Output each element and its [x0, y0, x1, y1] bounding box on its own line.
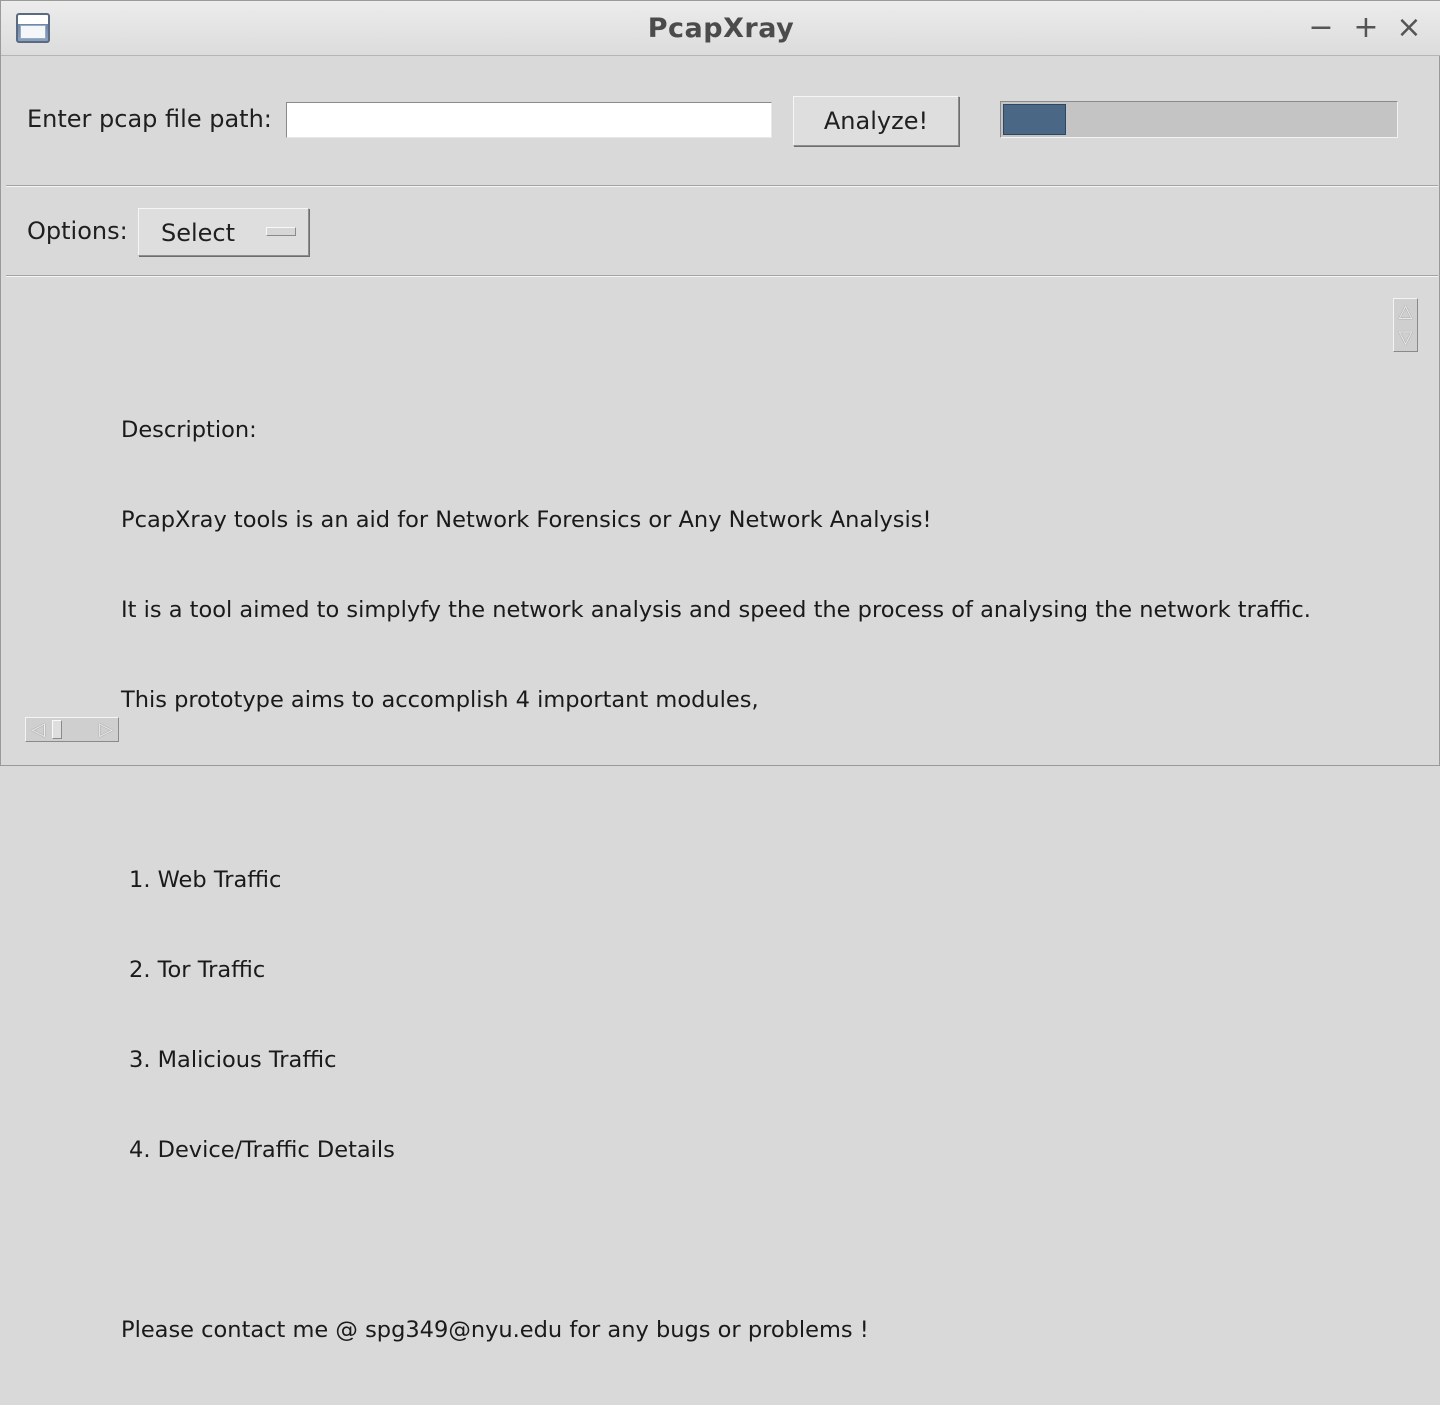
module-item-malicious-traffic: 3. Malicious Traffic: [129, 1047, 337, 1073]
maximize-icon[interactable]: +: [1349, 11, 1383, 45]
module-item-web-traffic: 1. Web Traffic: [129, 867, 282, 893]
window-title: PcapXray: [647, 13, 795, 44]
option-menu-indicator-icon: [266, 227, 296, 236]
description-line-2: It is a tool aimed to simplyfy the netwo…: [121, 597, 1311, 623]
contact-line: Please contact me @ spg349@nyu.edu for a…: [121, 1317, 869, 1343]
app-window: PcapXray − + × Enter pcap file path: Ana…: [0, 0, 1440, 1343]
pcap-path-input[interactable]: [286, 102, 772, 138]
horizontal-scroll-thumb[interactable]: [52, 720, 62, 739]
analysis-progress-bar: [1000, 101, 1398, 138]
close-icon[interactable]: ×: [1392, 11, 1426, 45]
description-line-1: PcapXray tools is an aid for Network For…: [121, 507, 932, 533]
progress-bar-fill: [1003, 104, 1066, 135]
scroll-up-icon[interactable]: △: [1394, 299, 1417, 324]
pcap-path-label: Enter pcap file path:: [27, 105, 272, 133]
description-heading: Description:: [121, 417, 257, 443]
module-item-device-details: 4. Device/Traffic Details: [129, 1137, 395, 1163]
vertical-scrollbar[interactable]: △ ▽: [1393, 298, 1418, 352]
scroll-down-icon[interactable]: ▽: [1394, 325, 1417, 350]
separator-bottom: [6, 275, 1438, 277]
description-text-area: Description: PcapXray tools is an aid fo…: [121, 355, 1401, 1405]
options-select-menu[interactable]: Select: [138, 208, 309, 256]
analyze-button[interactable]: Analyze!: [793, 96, 959, 146]
description-line-3: This prototype aims to accomplish 4 impo…: [121, 687, 759, 713]
module-item-tor-traffic: 2. Tor Traffic: [129, 957, 266, 983]
options-label: Options:: [27, 217, 128, 245]
horizontal-scrollbar[interactable]: ◁ ▷: [25, 717, 119, 742]
separator-top: [6, 185, 1438, 187]
scroll-left-icon[interactable]: ◁: [26, 718, 50, 741]
scroll-right-icon[interactable]: ▷: [94, 718, 118, 741]
minimize-icon[interactable]: −: [1304, 11, 1338, 45]
options-select-value: Select: [161, 219, 236, 247]
title-bar[interactable]: PcapXray − + ×: [1, 1, 1440, 56]
